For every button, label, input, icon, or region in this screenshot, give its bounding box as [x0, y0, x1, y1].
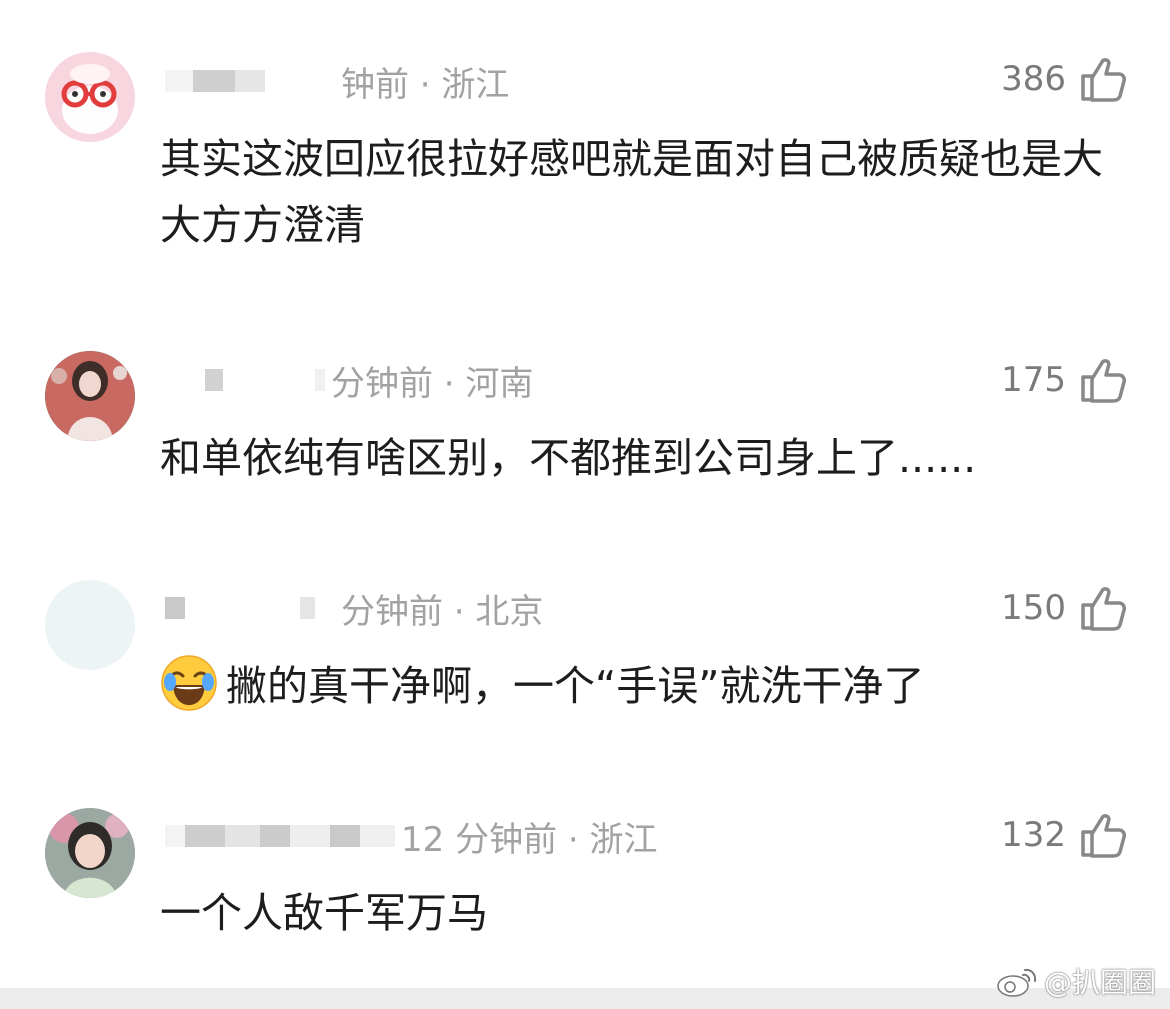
like-button[interactable]: 132: [1001, 808, 1126, 862]
comment-text: 一个人敌千军万马: [160, 889, 488, 937]
weibo-logo-icon: [997, 968, 1037, 997]
avatar-image: [45, 808, 135, 898]
like-count: 132: [1001, 815, 1066, 855]
comment-meta: 12 分钟前 · 浙江: [165, 811, 658, 861]
blurred-username: [165, 825, 395, 847]
watermark: @扒圈圈: [994, 961, 1156, 1001]
avatar[interactable]: [45, 808, 135, 898]
comment-time-location: 12 分钟前 · 浙江: [401, 819, 658, 860]
comment-item: 12 分钟前 · 浙江 132 一个人敌千军万马: [0, 0, 1170, 990]
thumbs-up-icon: [1081, 814, 1126, 858]
watermark-text: @扒圈圈: [1043, 966, 1156, 999]
